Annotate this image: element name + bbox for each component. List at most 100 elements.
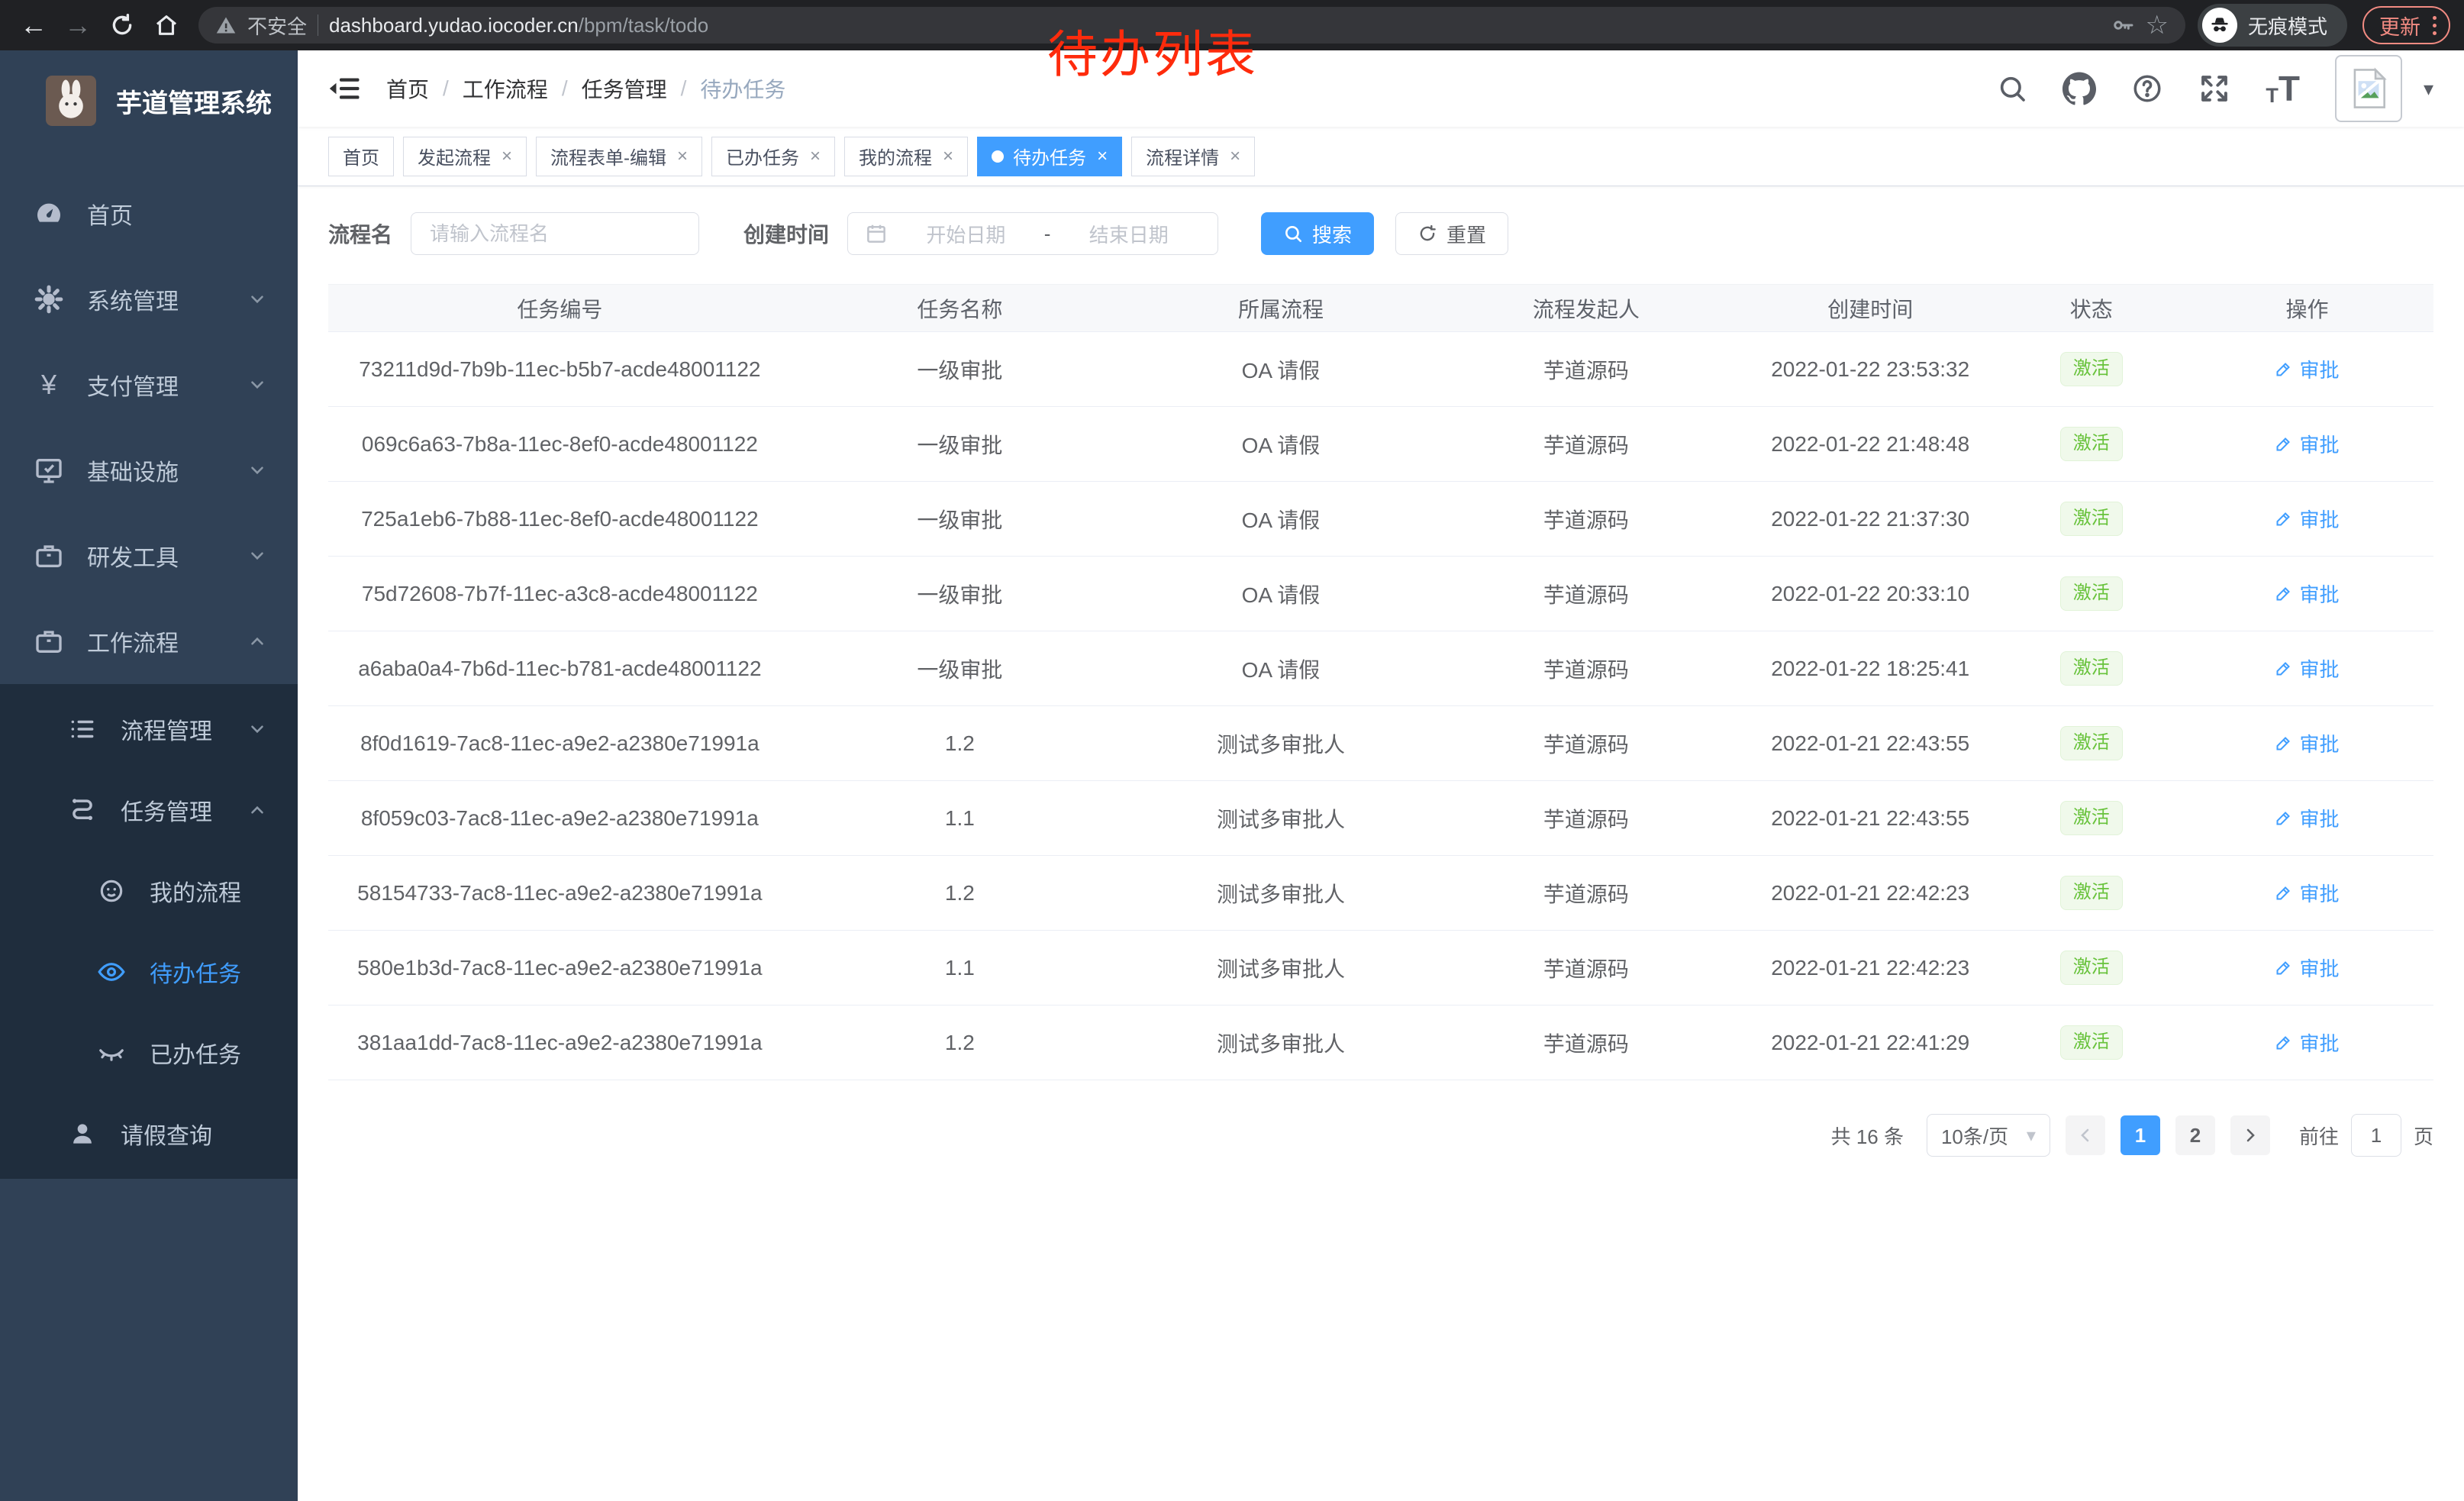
avatar[interactable] bbox=[2335, 55, 2402, 122]
github-icon[interactable] bbox=[2062, 72, 2096, 105]
font-size-icon[interactable]: TT bbox=[2266, 71, 2300, 106]
flow-tree-icon bbox=[66, 793, 99, 827]
browser-home-button[interactable] bbox=[147, 5, 186, 45]
not-secure-warning-icon bbox=[215, 15, 237, 36]
goto-suffix: 页 bbox=[2414, 1122, 2433, 1150]
cell-task-name: 1.1 bbox=[792, 781, 1128, 856]
close-icon[interactable]: × bbox=[1230, 146, 1240, 167]
chevron-left-icon bbox=[2076, 1126, 2095, 1144]
search-button[interactable]: 搜索 bbox=[1261, 212, 1374, 255]
help-icon[interactable] bbox=[2131, 73, 2163, 105]
bookmark-star-icon[interactable]: ☆ bbox=[2146, 12, 2169, 38]
goto-page-input[interactable] bbox=[2351, 1114, 2401, 1157]
status-badge: 激活 bbox=[2060, 951, 2123, 985]
tab-process-detail[interactable]: 流程详情× bbox=[1131, 137, 1255, 176]
start-date-placeholder: 开始日期 bbox=[894, 220, 1038, 248]
sidebar-item-workflow[interactable]: 工作流程 bbox=[0, 599, 298, 684]
cell-time: 2022-01-22 21:48:48 bbox=[1739, 407, 2002, 482]
app-logo-rabbit bbox=[46, 76, 96, 126]
approve-link[interactable]: 审批 bbox=[2275, 729, 2339, 757]
browser-update-button[interactable]: 更新 bbox=[2362, 6, 2450, 44]
approve-link[interactable]: 审批 bbox=[2275, 1028, 2339, 1057]
tab-form-edit[interactable]: 流程表单-编辑× bbox=[536, 137, 702, 176]
col-create-time: 创建时间 bbox=[1739, 285, 2002, 332]
avatar-caret-icon[interactable]: ▾ bbox=[2424, 77, 2433, 101]
sidebar-item-process-management[interactable]: 流程管理 bbox=[0, 689, 298, 770]
sidebar-item-todo-tasks[interactable]: 待办任务 bbox=[0, 931, 298, 1012]
status-badge: 激活 bbox=[2060, 576, 2123, 611]
reset-button[interactable]: 重置 bbox=[1395, 212, 1508, 255]
status-badge: 激活 bbox=[2060, 726, 2123, 760]
sidebar-item-system[interactable]: 系统管理 bbox=[0, 257, 298, 342]
next-page-button[interactable] bbox=[2230, 1115, 2270, 1155]
cell-time: 2022-01-22 21:37:30 bbox=[1739, 482, 2002, 557]
browser-menu-icon[interactable] bbox=[2433, 16, 2437, 35]
breadcrumb-workflow[interactable]: 工作流程 bbox=[463, 73, 548, 104]
sidebar-item-label: 请假查询 bbox=[121, 1117, 212, 1151]
close-icon[interactable]: × bbox=[677, 146, 688, 167]
approve-link[interactable]: 审批 bbox=[2275, 579, 2339, 608]
tab-my-process[interactable]: 我的流程× bbox=[844, 137, 968, 176]
pencil-icon bbox=[2275, 1033, 2293, 1051]
breadcrumb-home[interactable]: 首页 bbox=[386, 73, 429, 104]
prev-page-button[interactable] bbox=[2066, 1115, 2105, 1155]
cell-starter: 芋道源码 bbox=[1434, 332, 1739, 407]
tab-todo-tasks[interactable]: 待办任务× bbox=[977, 137, 1122, 176]
col-starter: 流程发起人 bbox=[1434, 285, 1739, 332]
approve-link[interactable]: 审批 bbox=[2275, 954, 2339, 982]
fullscreen-icon[interactable] bbox=[2198, 73, 2230, 105]
password-key-icon[interactable] bbox=[2111, 13, 2135, 37]
browser-back-button[interactable]: ← bbox=[14, 5, 53, 45]
app-logo-row[interactable]: 芋道管理系统 bbox=[0, 50, 298, 151]
pencil-icon bbox=[2275, 509, 2293, 528]
close-icon[interactable]: × bbox=[943, 146, 953, 167]
sidebar-item-label: 工作流程 bbox=[87, 625, 179, 658]
tab-done-tasks[interactable]: 已办任务× bbox=[711, 137, 835, 176]
process-name-label: 流程名 bbox=[328, 218, 392, 249]
approve-link[interactable]: 审批 bbox=[2275, 430, 2339, 458]
cell-process: OA 请假 bbox=[1128, 631, 1434, 706]
breadcrumb-task-management[interactable]: 任务管理 bbox=[582, 73, 667, 104]
cell-task-id: 381aa1dd-7ac8-11ec-a9e2-a2380e71991a bbox=[328, 1006, 792, 1080]
cell-starter: 芋道源码 bbox=[1434, 631, 1739, 706]
cell-process: 测试多审批人 bbox=[1128, 1006, 1434, 1080]
date-range-picker[interactable]: 开始日期 - 结束日期 bbox=[847, 212, 1218, 255]
sidebar-item-infrastructure[interactable]: 基础设施 bbox=[0, 428, 298, 513]
sidebar-item-task-management[interactable]: 任务管理 bbox=[0, 770, 298, 851]
sidebar-collapse-icon[interactable] bbox=[328, 75, 360, 102]
header-search-icon[interactable] bbox=[1997, 73, 2027, 104]
sidebar-item-my-process[interactable]: 我的流程 bbox=[0, 851, 298, 931]
approve-link[interactable]: 审批 bbox=[2275, 804, 2339, 832]
eye-closed-icon bbox=[95, 1036, 128, 1070]
page-button-1[interactable]: 1 bbox=[2121, 1115, 2160, 1155]
pencil-icon bbox=[2275, 659, 2293, 677]
table-row: a6aba0a4-7b6d-11ec-b781-acde48001122 一级审… bbox=[328, 631, 2433, 706]
browser-reload-button[interactable] bbox=[102, 5, 142, 45]
sidebar-item-home[interactable]: 首页 bbox=[0, 171, 298, 257]
status-badge: 激活 bbox=[2060, 801, 2123, 835]
approve-link[interactable]: 审批 bbox=[2275, 879, 2339, 907]
tab-start-process[interactable]: 发起流程× bbox=[403, 137, 527, 176]
browser-forward-button[interactable]: → bbox=[58, 5, 98, 45]
close-icon[interactable]: × bbox=[1097, 146, 1108, 167]
sidebar-item-leave-query[interactable]: 请假查询 bbox=[0, 1093, 298, 1174]
dashboard-gauge-icon bbox=[32, 197, 66, 231]
page-button-2[interactable]: 2 bbox=[2175, 1115, 2215, 1155]
status-badge: 激活 bbox=[2060, 1025, 2123, 1060]
tab-home[interactable]: 首页 bbox=[328, 137, 394, 176]
security-label[interactable]: 不安全 bbox=[247, 11, 307, 40]
process-name-input[interactable] bbox=[411, 212, 699, 255]
page-size-select[interactable]: 10条/页 ▾ bbox=[1927, 1114, 2050, 1157]
yen-icon: ¥ bbox=[32, 368, 66, 402]
approve-link[interactable]: 审批 bbox=[2275, 505, 2339, 533]
breadcrumb-separator: / bbox=[562, 76, 568, 101]
approve-link[interactable]: 审批 bbox=[2275, 355, 2339, 383]
chevron-down-icon bbox=[247, 460, 267, 480]
close-icon[interactable]: × bbox=[502, 146, 512, 167]
sidebar-item-done-tasks[interactable]: 已办任务 bbox=[0, 1012, 298, 1093]
close-icon[interactable]: × bbox=[810, 146, 821, 167]
sidebar-item-payment[interactable]: ¥ 支付管理 bbox=[0, 342, 298, 428]
sidebar-item-devtools[interactable]: 研发工具 bbox=[0, 513, 298, 599]
workflow-submenu: 流程管理 任务管理 我的流程 bbox=[0, 684, 298, 1179]
approve-link[interactable]: 审批 bbox=[2275, 654, 2339, 683]
